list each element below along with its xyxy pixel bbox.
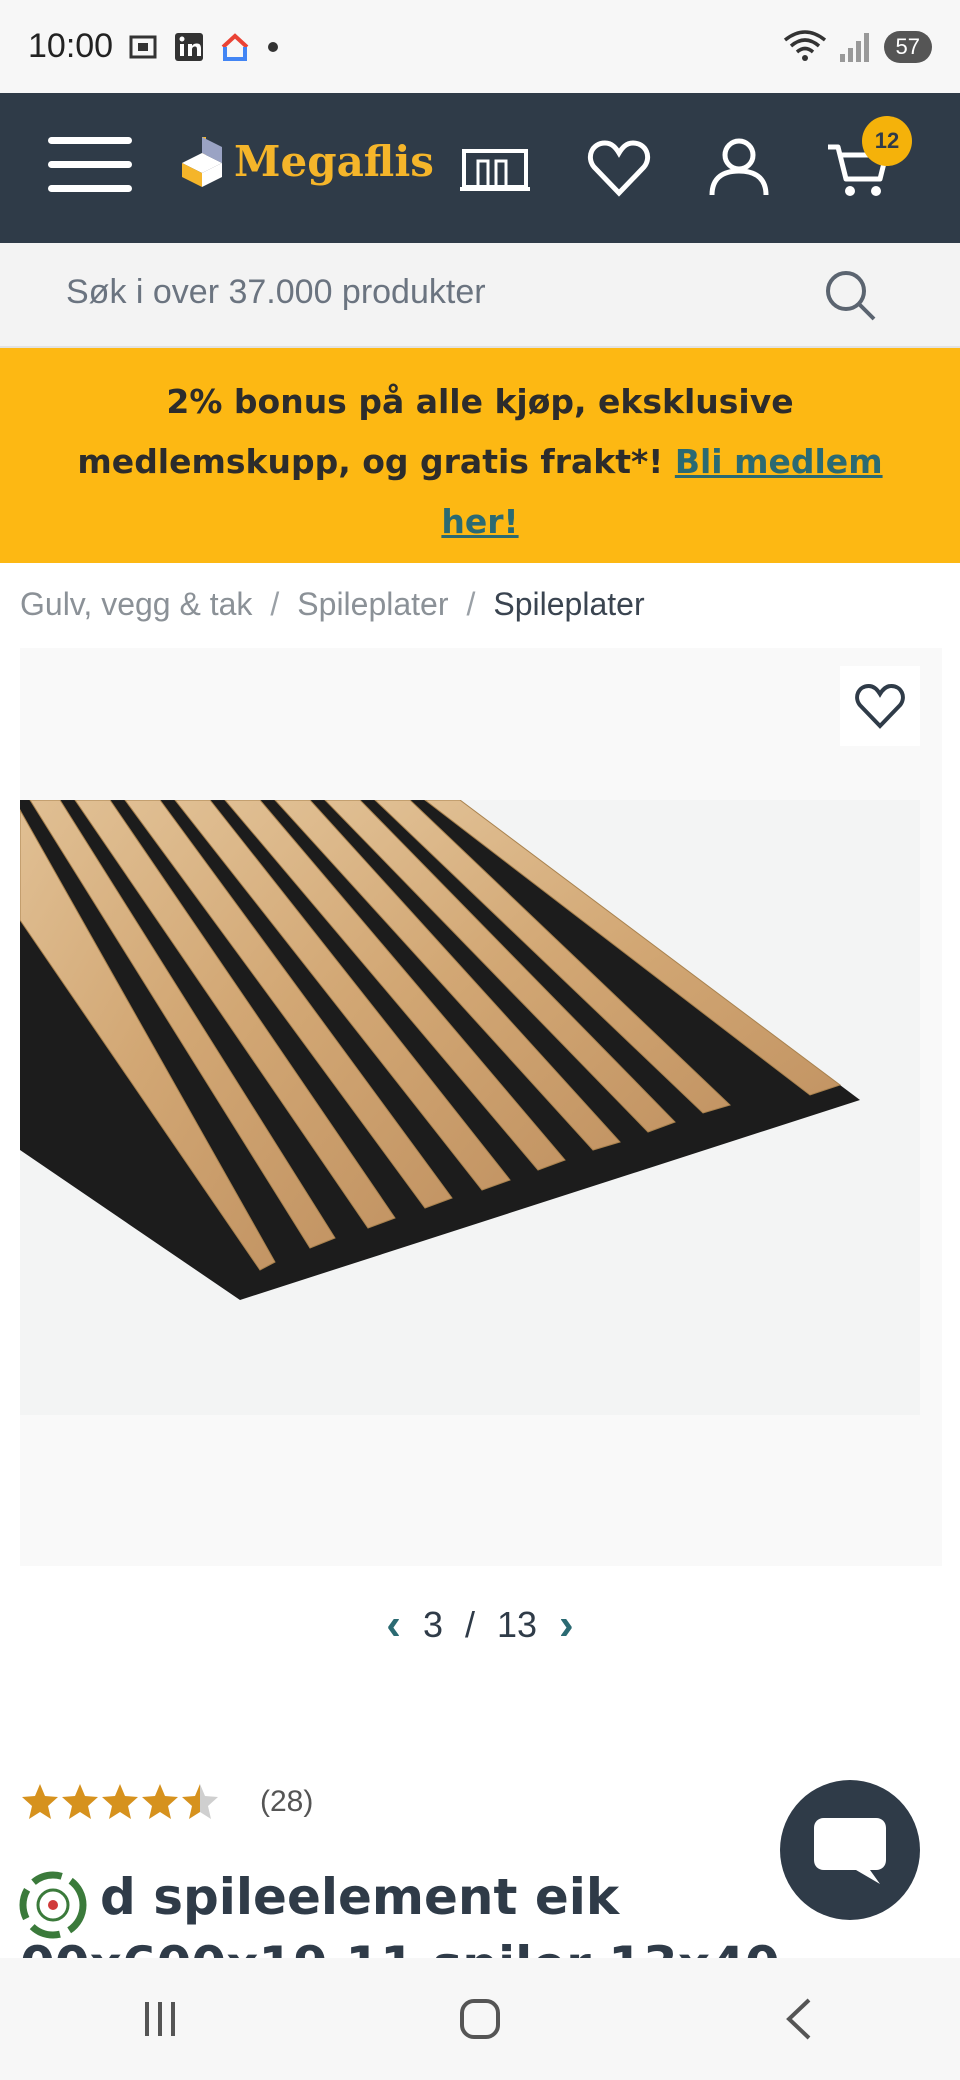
next-image-button[interactable]: › — [559, 1600, 574, 1650]
promo-text: medlemskupp, og gratis frakt*! — [77, 442, 664, 481]
product-title-line-2: 00x600x19 11 spiler 13x40 — [20, 1936, 780, 1958]
add-to-favorites-button[interactable] — [840, 666, 920, 746]
become-member-link[interactable]: Bli medlem — [675, 442, 883, 481]
pager-total: 13 — [497, 1604, 538, 1645]
site-header: Megaflis — [0, 93, 960, 243]
showroom-icon[interactable] — [460, 133, 530, 203]
brand-logo[interactable]: Megaflis — [178, 133, 434, 189]
menu-icon-bar — [48, 137, 132, 144]
eco-badge-icon — [19, 1871, 87, 1939]
heart-icon — [855, 683, 905, 729]
wifi-icon — [783, 29, 826, 61]
battery-indicator: 57 — [883, 30, 932, 63]
previous-image-button[interactable]: ‹ — [386, 1600, 401, 1650]
wood-slat-panel-image — [20, 800, 860, 1300]
star-rating-icons — [22, 1784, 218, 1819]
status-icons — [127, 31, 281, 63]
breadcrumb-item-floor-wall-ceiling[interactable]: Gulv, vegg & tak — [20, 586, 252, 622]
promo-line-3: her! — [0, 492, 960, 552]
breadcrumb: Gulv, vegg & tak / Spileplater / Spileplater — [20, 586, 645, 623]
dot-icon — [268, 41, 279, 52]
back-icon[interactable] — [775, 1994, 825, 2044]
pager-current: 3 — [422, 1604, 443, 1645]
gallery-pager: ‹ 3 / 13 › — [0, 1600, 960, 1650]
megaflis-logo-icon — [182, 137, 222, 187]
product-rating[interactable]: (28) — [20, 1782, 313, 1822]
google-home-icon — [221, 32, 249, 61]
search-icon[interactable] — [822, 267, 880, 325]
status-bar: 10:00 57 — [0, 0, 960, 93]
product-image[interactable] — [20, 800, 920, 1415]
promo-line-1: 2% bonus på alle kjøp, eksklusive — [166, 382, 794, 421]
search-bar[interactable]: Søk i over 37.000 produkter — [0, 243, 960, 348]
screenshot-icon — [129, 35, 157, 58]
breadcrumb-current: Spileplater — [493, 586, 645, 622]
user-icon[interactable] — [704, 133, 774, 203]
status-time: 10:00 — [28, 27, 114, 65]
heart-icon[interactable] — [584, 133, 654, 203]
become-member-link-2[interactable]: her! — [441, 502, 518, 541]
chat-bubble-icon — [814, 1818, 886, 1884]
pager-separator: / — [464, 1604, 475, 1645]
chat-button[interactable] — [780, 1780, 920, 1920]
product-title: d spileelement eik — [100, 1868, 620, 1926]
breadcrumb-item-spileplater[interactable]: Spileplater — [297, 586, 448, 622]
linkedin-icon — [175, 32, 204, 61]
system-navigation-bar — [0, 1958, 960, 2080]
signal-icon — [839, 32, 869, 62]
breadcrumb-separator: / — [466, 586, 476, 622]
review-count[interactable]: (28) — [260, 1785, 313, 1819]
promo-line-2: medlemskupp, og gratis frakt*! Bli medle… — [0, 432, 960, 492]
membership-promo-banner: 2% bonus på alle kjøp, eksklusive medlem… — [0, 348, 960, 563]
brand-name: Megaflis — [234, 136, 434, 186]
home-icon[interactable] — [455, 1994, 505, 2044]
cart-count-badge: 12 — [862, 116, 912, 166]
menu-icon-bar — [48, 161, 132, 168]
status-right: 57 — [782, 29, 932, 64]
search-input[interactable]: Søk i over 37.000 produkter — [66, 273, 486, 312]
recent-apps-icon[interactable] — [135, 1994, 185, 2044]
menu-icon-bar — [48, 185, 132, 192]
menu-button[interactable] — [48, 137, 132, 199]
breadcrumb-separator: / — [270, 586, 280, 622]
